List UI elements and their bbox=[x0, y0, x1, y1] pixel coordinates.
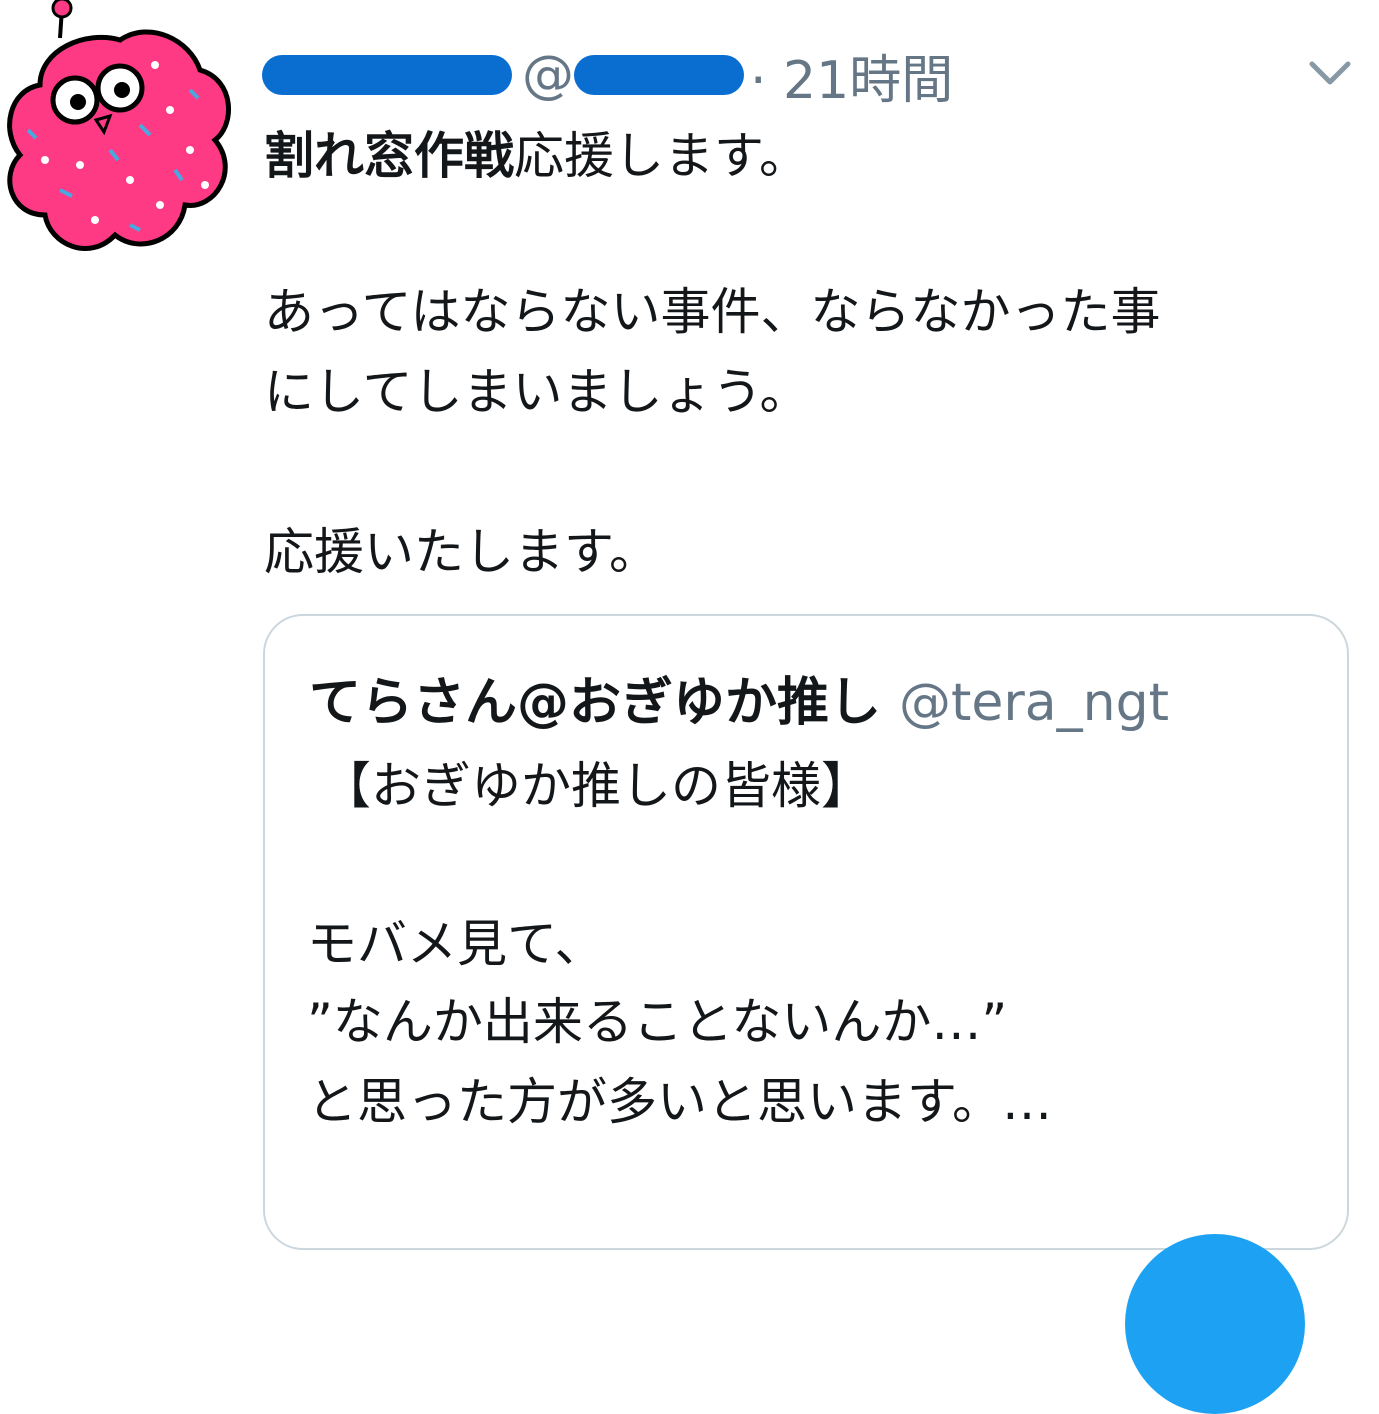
tweet-text-bold: 割れ窓作戦 bbox=[264, 127, 514, 185]
tweet-text-line-3: にしてしまいましょう。 bbox=[264, 363, 810, 421]
tweet-header: @ · 21時間 bbox=[262, 38, 953, 113]
tweet-menu-button[interactable] bbox=[1302, 48, 1358, 96]
handle-at: @ bbox=[522, 45, 574, 105]
quoted-display-name: てらさん@おぎゆか推し bbox=[309, 673, 882, 733]
quoted-tweet-card[interactable]: てらさん@おぎゆか推し @tera_ngt 【おぎゆか推しの皆様】 モバメ見て、 … bbox=[263, 614, 1349, 1250]
tweet-text-rest: 応援します。 bbox=[514, 127, 809, 185]
compose-tweet-icon[interactable] bbox=[1125, 1234, 1305, 1414]
pink-donut-character-icon bbox=[7, 0, 231, 251]
quoted-text-line-2: モバメ見て、 bbox=[307, 915, 605, 973]
tweet-time[interactable]: · 21時間 bbox=[750, 38, 953, 113]
tweet-text-line-2: あってはならない事件、ならなかった事 bbox=[264, 283, 1161, 341]
chevron-down-icon bbox=[1309, 61, 1351, 85]
tweet-text-line-1: 割れ窓作戦応援します。 bbox=[264, 116, 809, 196]
quoted-author: てらさん@おぎゆか推し @tera_ngt bbox=[309, 660, 1169, 735]
redacted-display-name bbox=[262, 55, 512, 95]
tweet-text-line-4: 応援いたします。 bbox=[264, 523, 659, 581]
quoted-text-line-4: と思った方が多いと思います。… bbox=[307, 1073, 1052, 1131]
redacted-handle bbox=[574, 55, 744, 95]
avatar[interactable] bbox=[0, 0, 240, 270]
quoted-text-line-1: 【おぎゆか推しの皆様】 bbox=[321, 757, 871, 815]
quoted-handle: @tera_ngt bbox=[899, 673, 1169, 733]
quoted-text-line-3: ”なんか出来ることないんか…” bbox=[307, 993, 1008, 1051]
